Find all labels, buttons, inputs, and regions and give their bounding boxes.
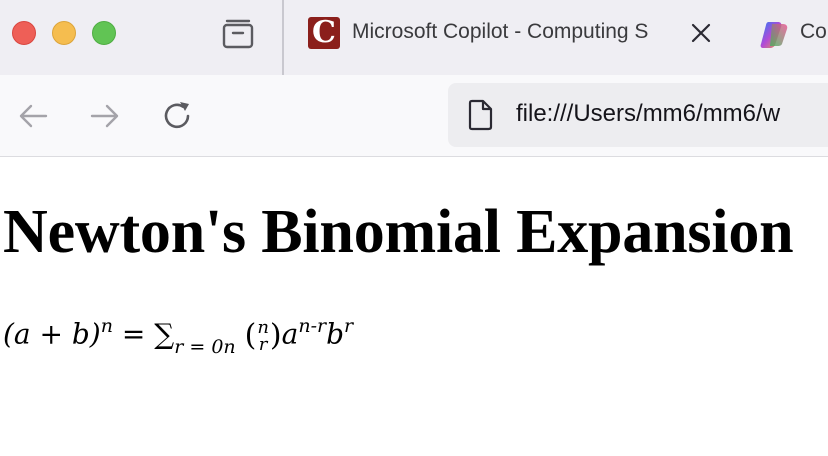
summation-symbol: ∑ <box>154 317 175 351</box>
summation-subscript: r = 0n <box>174 336 236 358</box>
binomial-coefficient: nr <box>257 319 269 355</box>
formula-equals: = <box>121 317 146 351</box>
browser-window: C Microsoft Copilot - Computing S Co fil… <box>0 0 828 456</box>
formula-b: b <box>326 317 345 351</box>
close-icon[interactable] <box>690 22 712 44</box>
binomial-open-paren: ( <box>244 318 257 353</box>
close-window-button[interactable] <box>12 21 36 45</box>
tab-title: Co <box>800 20 827 43</box>
formula-a-exponent: n-r <box>298 315 327 338</box>
formula-lhs: (a + b) <box>3 317 101 351</box>
reload-icon[interactable] <box>161 99 195 133</box>
navigation-toolbar: file:///Users/mm6/mm6/w <box>0 75 828 157</box>
site-favicon: C <box>308 17 340 49</box>
binomial-close-paren: ) <box>269 318 282 353</box>
tab-overview-icon[interactable] <box>220 16 256 50</box>
url-text[interactable]: file:///Users/mm6/mm6/w <box>516 100 780 128</box>
formula-b-exponent: r <box>344 315 354 338</box>
minimize-window-button[interactable] <box>52 21 76 45</box>
formula-a: a <box>281 317 299 351</box>
tab-active[interactable]: C Microsoft Copilot - Computing S <box>284 0 724 75</box>
page-icon <box>468 99 494 131</box>
formula-lhs-exponent: n <box>100 315 113 338</box>
copilot-icon <box>758 18 790 50</box>
maximize-window-button[interactable] <box>92 21 116 45</box>
page-content: Newton's Binomial Expansion (a + b)n = ∑… <box>0 157 828 456</box>
page-title: Newton's Binomial Expansion <box>3 198 794 266</box>
binomial-bottom: r <box>258 334 268 355</box>
address-bar[interactable]: file:///Users/mm6/mm6/w <box>448 83 828 147</box>
forward-arrow-icon[interactable] <box>88 99 122 133</box>
back-arrow-icon[interactable] <box>16 99 50 133</box>
tab-title: Microsoft Copilot - Computing S <box>352 20 649 43</box>
tab-copilot[interactable]: Co <box>756 0 828 75</box>
tab-strip: C Microsoft Copilot - Computing S Co <box>0 0 828 75</box>
binomial-formula: (a + b)n = ∑r = 0n (n r)an-rbr <box>3 317 353 357</box>
